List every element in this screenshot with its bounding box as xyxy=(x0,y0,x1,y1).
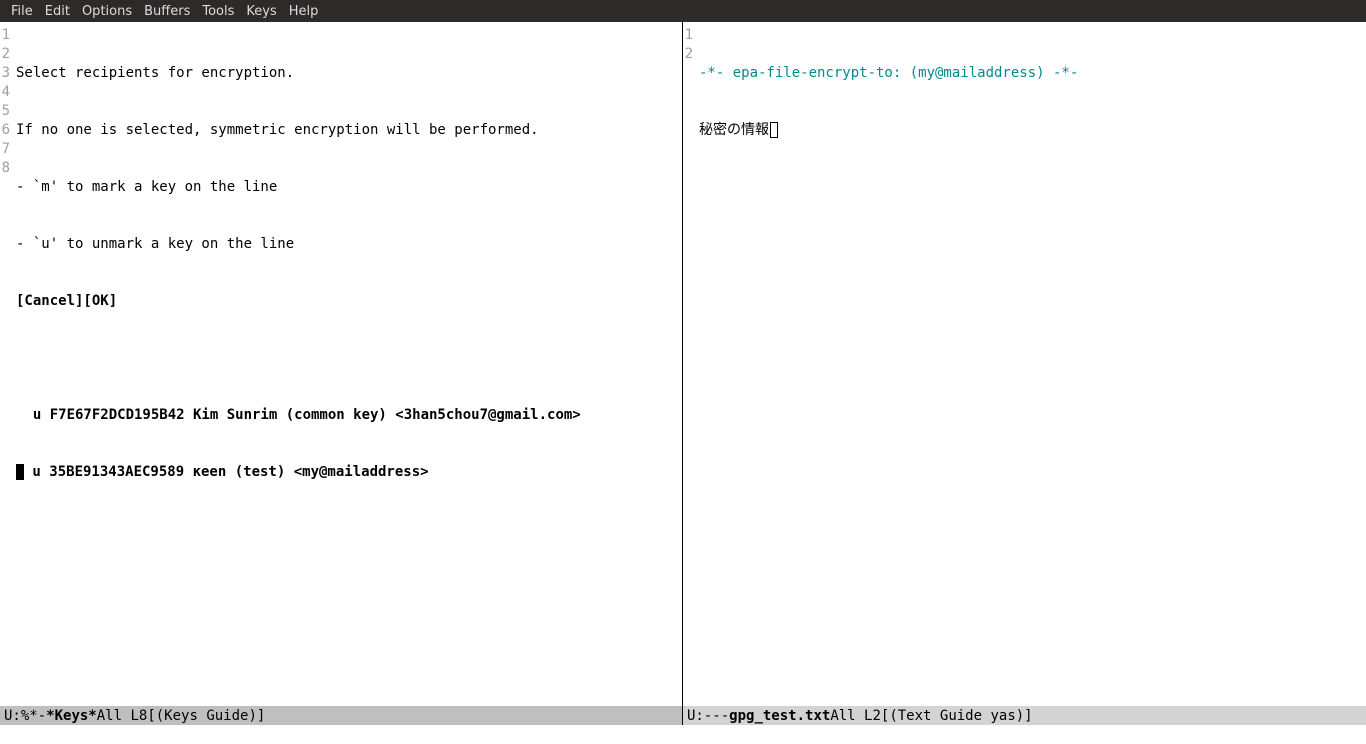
modeline-buffer-name: *Keys* xyxy=(46,708,97,724)
modeline-mode: [(Text Guide yas)] xyxy=(881,708,1033,724)
line-number: 5 xyxy=(0,102,10,121)
right-content[interactable]: -*- epa-file-encrypt-to: (my@mailaddress… xyxy=(696,22,1081,706)
text-line: If no one is selected, symmetric encrypt… xyxy=(16,121,581,140)
menu-buffers[interactable]: Buffers xyxy=(138,4,196,19)
line-number: 3 xyxy=(0,64,10,83)
right-modeline[interactable]: U:--- gpg_test.txt All L2 [(Text Guide y… xyxy=(683,706,1366,725)
line-number: 2 xyxy=(683,45,693,64)
line-number: 7 xyxy=(0,140,10,159)
text-line: Select recipients for encryption. xyxy=(16,64,581,83)
left-content[interactable]: Select recipients for encryption. If no … xyxy=(13,22,584,706)
menu-keys[interactable]: Keys xyxy=(240,4,282,19)
key-entry[interactable]: u 35BE91343AEC9589 κeen (test) <my@maila… xyxy=(16,463,581,482)
text-content: 秘密の情報 xyxy=(699,122,769,138)
line-number: 4 xyxy=(0,83,10,102)
cursor-icon xyxy=(770,122,778,138)
menu-file[interactable]: File xyxy=(5,4,39,19)
modeline-position: All L8 xyxy=(97,708,148,724)
left-buffer[interactable]: 1 2 3 4 5 6 7 8 Select recipients for en… xyxy=(0,22,682,706)
text-line xyxy=(16,349,581,368)
left-gutter: 1 2 3 4 5 6 7 8 xyxy=(0,22,13,706)
menu-bar: File Edit Options Buffers Tools Keys Hel… xyxy=(0,0,1366,22)
line-number: 1 xyxy=(683,26,693,45)
cursor-icon xyxy=(16,464,24,480)
modeline-position: All L2 xyxy=(830,708,881,724)
modeline-mode: [(Keys Guide)] xyxy=(147,708,265,724)
right-gutter: 1 2 xyxy=(683,22,696,706)
menu-edit[interactable]: Edit xyxy=(39,4,76,19)
modeline-status: U:--- xyxy=(687,708,729,724)
minibuffer[interactable] xyxy=(0,725,1366,744)
key-entry[interactable]: u F7E67F2DCD195B42 Kim Sunrim (common ke… xyxy=(16,406,581,425)
main-area: 1 2 3 4 5 6 7 8 Select recipients for en… xyxy=(0,22,1366,725)
menu-help[interactable]: Help xyxy=(283,4,325,19)
modeline-status: U:%*- xyxy=(4,708,46,724)
right-buffer[interactable]: 1 2 -*- epa-file-encrypt-to: (my@mailadd… xyxy=(683,22,1366,706)
menu-options[interactable]: Options xyxy=(76,4,138,19)
right-pane: 1 2 -*- epa-file-encrypt-to: (my@mailadd… xyxy=(683,22,1366,725)
key-entry-text: u 35BE91343AEC9589 κeen (test) <my@maila… xyxy=(24,464,429,480)
left-modeline[interactable]: U:%*- *Keys* All L8 [(Keys Guide)] xyxy=(0,706,682,725)
modeline-buffer-name: gpg_test.txt xyxy=(729,708,830,724)
cancel-ok-line[interactable]: [Cancel][OK] xyxy=(16,292,581,311)
text-line: 秘密の情報 xyxy=(699,121,1078,140)
file-variable-line: -*- epa-file-encrypt-to: (my@mailaddress… xyxy=(699,64,1078,83)
line-number: 8 xyxy=(0,159,10,178)
line-number: 2 xyxy=(0,45,10,64)
text-line: - `m' to mark a key on the line xyxy=(16,178,581,197)
menu-tools[interactable]: Tools xyxy=(196,4,240,19)
line-number: 6 xyxy=(0,121,10,140)
left-pane: 1 2 3 4 5 6 7 8 Select recipients for en… xyxy=(0,22,683,725)
line-number: 1 xyxy=(0,26,10,45)
text-line: - `u' to unmark a key on the line xyxy=(16,235,581,254)
